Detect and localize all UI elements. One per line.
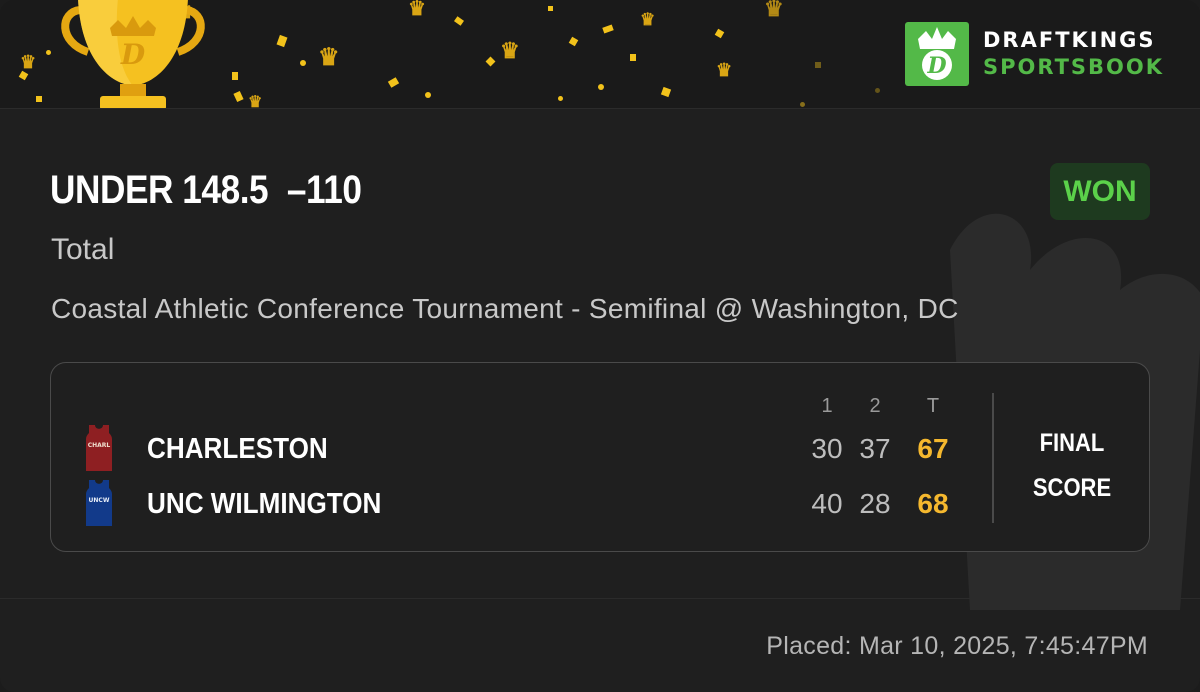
- crown-logo-icon: ♛: [716, 60, 733, 81]
- score-total: 67: [917, 433, 949, 464]
- confetti: [276, 34, 288, 48]
- footer-divider: [0, 598, 1200, 599]
- confetti: [598, 84, 604, 90]
- confetti: [233, 90, 244, 103]
- confetti: [485, 56, 496, 67]
- confetti: [454, 16, 464, 26]
- confetti: [568, 36, 579, 47]
- crown-logo-icon: ♛: [248, 92, 263, 109]
- bet-selection: UNDER 148.5 –110: [50, 168, 362, 212]
- svg-text:D: D: [926, 53, 946, 79]
- jersey-icon: UNCW: [86, 480, 112, 526]
- confetti: [875, 88, 880, 93]
- team-name: CHARLESTON: [147, 433, 328, 465]
- placed-timestamp: Placed: Mar 10, 2025, 7:45:47PM: [766, 632, 1148, 660]
- period-header-1: 1: [821, 395, 833, 417]
- crown-logo-icon: ♛: [640, 10, 656, 30]
- confetti: [800, 102, 805, 107]
- trophy-icon: D: [61, 0, 205, 108]
- confetti: [36, 96, 42, 102]
- crown-logo-icon: ♛: [408, 0, 426, 20]
- confetti: [46, 50, 51, 55]
- event-name: Coastal Athletic Conference Tournament -…: [51, 293, 959, 324]
- bet-card: ♛ ♛ ♛ ♛ ♛ ♛ ♛ ♛ ♛ D D: [0, 0, 1200, 692]
- score-period-2: 28: [859, 488, 891, 519]
- svg-text:D: D: [120, 38, 146, 71]
- confetti: [630, 54, 636, 61]
- confetti: [558, 96, 563, 101]
- celebration-banner: ♛ ♛ ♛ ♛ ♛ ♛ ♛ ♛ ♛ D D: [0, 0, 1200, 109]
- score-total: 68: [917, 488, 949, 519]
- confetti: [660, 86, 672, 98]
- crown-logo-icon: ♛: [500, 38, 520, 64]
- svg-text:UNCW: UNCW: [89, 497, 110, 504]
- svg-text:CHARL: CHARL: [88, 442, 111, 449]
- crown-logo-icon: ♛: [764, 0, 784, 22]
- crown-logo-icon: ♛: [318, 42, 340, 71]
- confetti: [300, 60, 306, 66]
- status-badge: WON: [1050, 163, 1150, 220]
- draftkings-crown-icon: D: [905, 22, 969, 86]
- period-header-2: 2: [869, 395, 881, 417]
- scoreboard: 1 2 T CHARL CHARLESTON 30 37 67 UNCW UNC…: [50, 362, 1150, 552]
- score-period-1: 30: [811, 433, 843, 464]
- team-name: UNC WILMINGTON: [147, 488, 382, 520]
- bet-type: Total: [51, 233, 115, 266]
- logo-wordmark-top: DRAFTKINGS: [983, 28, 1156, 52]
- score-period-1: 40: [811, 488, 843, 519]
- score-period-2: 37: [859, 433, 891, 464]
- jersey-icon: CHARL: [86, 425, 112, 471]
- team-row: UNCW UNC WILMINGTON 40 28 68: [51, 480, 1149, 530]
- confetti: [387, 77, 400, 88]
- logo-wordmark-bottom: SPORTSBOOK: [983, 55, 1165, 79]
- confetti: [714, 28, 725, 39]
- scoreboard-divider: [992, 393, 994, 523]
- team-row: CHARL CHARLESTON 30 37 67: [51, 425, 1149, 475]
- confetti: [815, 62, 821, 68]
- confetti: [425, 92, 431, 98]
- period-header-total: T: [926, 395, 940, 417]
- confetti: [602, 24, 614, 34]
- confetti: [232, 72, 238, 80]
- final-score-label: FINAL SCORE: [1032, 429, 1112, 502]
- crown-logo-icon: ♛: [20, 52, 37, 73]
- draftkings-sportsbook-logo: D DRAFTKINGS SPORTSBOOK: [905, 22, 1164, 86]
- confetti: [548, 6, 553, 11]
